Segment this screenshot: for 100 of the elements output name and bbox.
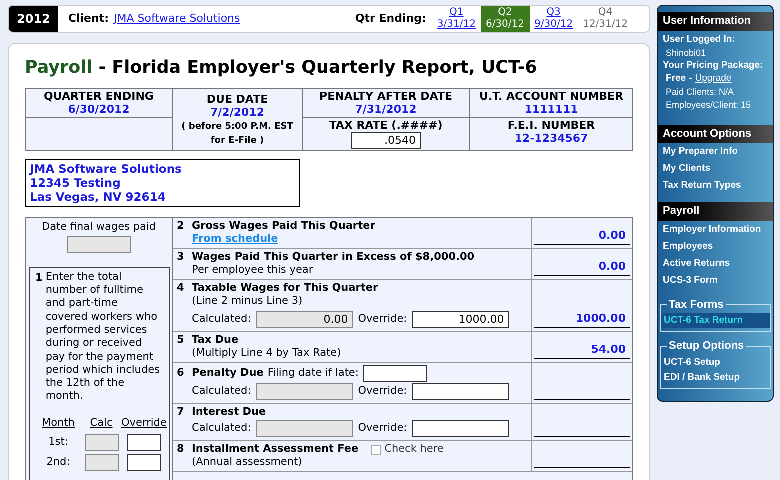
line-number: 3 xyxy=(177,251,186,264)
address-line: 12345 Testing xyxy=(30,176,122,190)
due-date-note: ( before 5:00 P.M. EST for E-File ) xyxy=(180,120,294,148)
override-field[interactable] xyxy=(126,434,160,452)
override-field[interactable]: 1000.00 xyxy=(412,311,510,328)
section-title: Account Options xyxy=(658,124,773,143)
line-note: (Line 2 minus Line 3) xyxy=(192,295,304,308)
override-field[interactable] xyxy=(412,420,510,437)
override-field[interactable] xyxy=(412,383,510,400)
column-header: Override xyxy=(122,416,166,431)
info-text: Paid Clients: N/A xyxy=(665,86,736,98)
address-line: JMA Software Solutions xyxy=(30,162,183,176)
header-label: F.E.I. NUMBER xyxy=(508,119,596,132)
calculated-field[interactable] xyxy=(256,383,354,400)
menu-item[interactable]: Tax Return Types xyxy=(658,177,773,194)
date-label: Date final wages paid xyxy=(42,220,156,235)
menu-item[interactable]: Employees xyxy=(658,238,773,254)
line-title: Taxable Wages for This Quarter xyxy=(192,282,378,295)
date-field[interactable] xyxy=(67,236,131,253)
amount-line: 1000.00 xyxy=(534,310,630,328)
field-label: Calculated: xyxy=(192,313,252,326)
header-label: DUE DATE xyxy=(206,92,268,106)
page-title: Payroll - Florida Employer's Quarterly Report, UCT-6 xyxy=(25,57,538,80)
checkbox-label: Check here xyxy=(384,443,444,456)
line-number: 6 xyxy=(177,367,186,380)
quarter-date: 3/31/12 xyxy=(437,19,476,31)
header-value: 6/30/2012 xyxy=(68,103,130,116)
field-label: Filing date if late: xyxy=(268,367,359,380)
info-text: Employees/Client: 15 xyxy=(665,98,752,110)
checkbox[interactable] xyxy=(370,444,381,454)
calculated-field[interactable]: 0.00 xyxy=(256,311,354,328)
header-label: U.T. ACCOUNT NUMBER xyxy=(480,90,624,103)
quarter-date: 6/30/12 xyxy=(486,19,525,31)
line-instructions: Enter the total number of fulltime and part-time covered workers who performed services during or received pay for the payment period which includes the 12th of the month. xyxy=(46,270,162,404)
override-field[interactable] xyxy=(126,454,160,472)
menu-item[interactable]: UCS-3 Form xyxy=(658,272,773,288)
calculated-field[interactable] xyxy=(256,420,354,437)
upgrade-link[interactable]: Upgrade xyxy=(695,72,732,84)
menu-item[interactable]: My Clients xyxy=(658,160,773,177)
header-label: PENALTY AFTER DATE xyxy=(320,90,452,103)
line-number: 7 xyxy=(177,406,186,419)
quarter-tab[interactable]: Q2 6/30/12 xyxy=(480,6,530,32)
menu-item[interactable]: Employer Information xyxy=(658,220,773,238)
line-title: Interest Due xyxy=(192,406,266,419)
menu-item[interactable]: My Preparer Info xyxy=(658,143,773,160)
quarter-name: Q4 xyxy=(598,7,613,19)
field-label: Override: xyxy=(358,313,408,326)
username: Shinobi01 xyxy=(665,46,708,58)
column-header: Calc xyxy=(89,416,114,431)
section-title: User Information xyxy=(658,12,773,30)
line-title: Installment Assessment Fee xyxy=(192,443,359,456)
calc-field[interactable] xyxy=(84,434,118,452)
date-field[interactable] xyxy=(362,365,427,382)
month-label: 2nd: xyxy=(46,455,72,470)
header-label: TAX RATE (.####) xyxy=(329,119,443,132)
line-title: Gross Wages Paid This Quarter xyxy=(192,220,376,233)
line-title: Tax Due xyxy=(192,334,239,347)
field-label: Calculated: xyxy=(192,385,252,398)
amount-line: 0.00 xyxy=(534,228,630,245)
line-note: Per employee this year xyxy=(192,264,314,277)
header-label: QUARTER ENDING xyxy=(44,90,154,103)
quarter-name[interactable]: Q2 xyxy=(498,7,512,19)
package-name: Free xyxy=(666,72,686,84)
line-number: 2 xyxy=(177,220,186,233)
field-label: Calculated: xyxy=(192,422,252,435)
info-label: User Logged In: xyxy=(663,34,736,46)
header-value: 7/31/2012 xyxy=(355,103,417,116)
column-header: Month xyxy=(41,416,76,431)
month-label: 1st: xyxy=(48,435,70,450)
tax-rate-field[interactable]: .0540 xyxy=(351,132,421,149)
menu-item[interactable]: Active Returns xyxy=(658,254,773,272)
header-value: 12-1234567 xyxy=(514,132,588,145)
header-value: 1111111 xyxy=(524,103,578,116)
field-label: Override: xyxy=(358,422,408,435)
line-note: (Multiply Line 4 by Tax Rate) xyxy=(192,347,342,360)
line-number: 8 xyxy=(177,443,186,456)
header-value: 7/2/2012 xyxy=(210,106,264,118)
quarter-date: 9/30/12 xyxy=(534,19,574,31)
menu-item[interactable]: EDI / Bank Setup xyxy=(661,370,770,384)
quarter-name[interactable]: Q1 xyxy=(450,7,464,19)
field-label: Override: xyxy=(358,385,408,398)
amount-line: 0.00 xyxy=(534,258,630,276)
schedule-link[interactable]: From schedule xyxy=(192,233,527,246)
info-label: Your Pricing Package: xyxy=(663,60,764,72)
year-badge: 2012 xyxy=(9,6,58,32)
line-number: 5 xyxy=(177,334,186,347)
line-number: 1 xyxy=(36,270,43,286)
line-title: Penalty Due xyxy=(192,367,264,380)
menu-item[interactable]: UCT-6 Tax Return xyxy=(661,313,770,328)
separator: - xyxy=(689,72,692,84)
line-number: 4 xyxy=(177,282,186,295)
qtr-label: Qtr Ending: xyxy=(355,10,426,27)
amount-line: 54.00 xyxy=(534,342,630,359)
quarter-date: 12/31/12 xyxy=(583,19,628,31)
menu-item[interactable]: UCT-6 Setup xyxy=(661,354,770,370)
calc-field[interactable] xyxy=(84,454,118,472)
address-line: Las Vegas, NV 92614 xyxy=(30,190,167,204)
line-title: Wages Paid This Quarter in Excess of $8,000.00 xyxy=(192,251,475,264)
quarter-name[interactable]: Q3 xyxy=(546,7,561,19)
client-link[interactable]: JMA Software Solutions xyxy=(114,10,240,28)
